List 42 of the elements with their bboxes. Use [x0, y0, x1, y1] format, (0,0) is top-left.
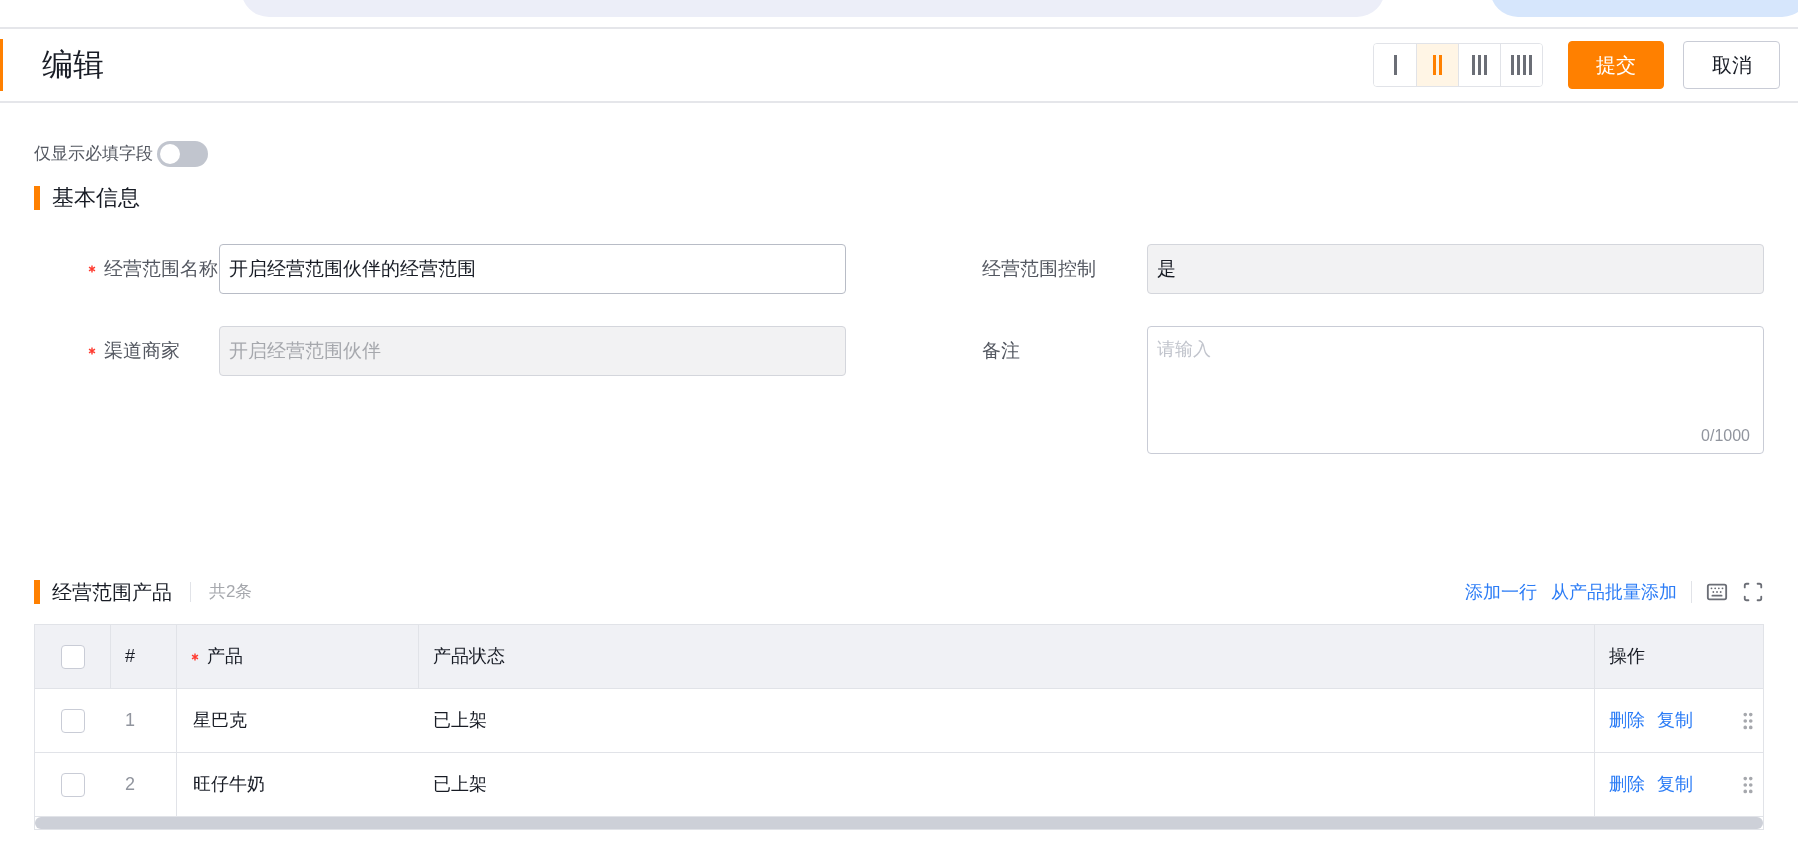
row-action-link[interactable]: 复制 — [1657, 771, 1693, 798]
text-input-field[interactable]: 是 — [1147, 244, 1764, 294]
column-header: 产品状态 — [433, 645, 505, 668]
section-title: 基本信息 — [52, 184, 140, 212]
fullscreen-icon[interactable] — [1742, 581, 1764, 603]
table-cell-text: 已上架 — [433, 773, 487, 796]
char-counter: 0/1000 — [1701, 426, 1750, 446]
column-header: # — [125, 645, 135, 668]
toggle-label: 仅显示必填字段 — [34, 143, 153, 166]
row-action-link[interactable]: 删除 — [1609, 771, 1645, 798]
text-input-field[interactable]: 开启经营范围伙伴的经营范围 — [219, 244, 846, 294]
column-header: 操作 — [1609, 645, 1645, 668]
field-label: 经营范围控制 — [982, 256, 1096, 281]
column-header: 产品 — [207, 645, 243, 668]
submit-button[interactable]: 提交 — [1568, 41, 1664, 89]
table-cell-text: 星巴克 — [193, 709, 247, 732]
column-layout-button[interactable] — [1416, 44, 1458, 86]
field-label: 备注 — [982, 338, 1020, 363]
field-label: 经营范围名称 — [104, 256, 218, 281]
toggle-switch[interactable] — [157, 141, 208, 167]
horizontal-scrollbar[interactable] — [35, 817, 1763, 829]
keyboard-icon[interactable] — [1706, 581, 1728, 603]
row-action-link[interactable]: 删除 — [1609, 707, 1645, 734]
row-number: 2 — [125, 773, 135, 796]
accent-bar — [0, 39, 3, 91]
row-number: 1 — [125, 709, 135, 732]
section-title: 经营范围产品 — [52, 580, 172, 605]
accent-bar — [34, 185, 40, 210]
row-checkbox[interactable] — [60, 644, 85, 669]
table-cell-text: 已上架 — [433, 709, 487, 732]
cancel-button[interactable]: 取消 — [1683, 41, 1780, 89]
column-layout-button[interactable] — [1500, 44, 1542, 86]
row-action-link[interactable]: 复制 — [1657, 707, 1693, 734]
table-action-link[interactable]: 添加一行 — [1465, 578, 1537, 606]
row-checkbox[interactable] — [61, 772, 85, 797]
field-label: 渠道商家 — [104, 338, 180, 363]
accent-bar — [34, 580, 40, 604]
page-title: 编辑 — [42, 45, 104, 84]
record-count: 共2条 — [209, 581, 253, 604]
table-cell-text: 旺仔牛奶 — [193, 773, 265, 796]
table-action-link[interactable]: 从产品批量添加 — [1551, 578, 1677, 606]
row-checkbox[interactable] — [61, 708, 85, 733]
